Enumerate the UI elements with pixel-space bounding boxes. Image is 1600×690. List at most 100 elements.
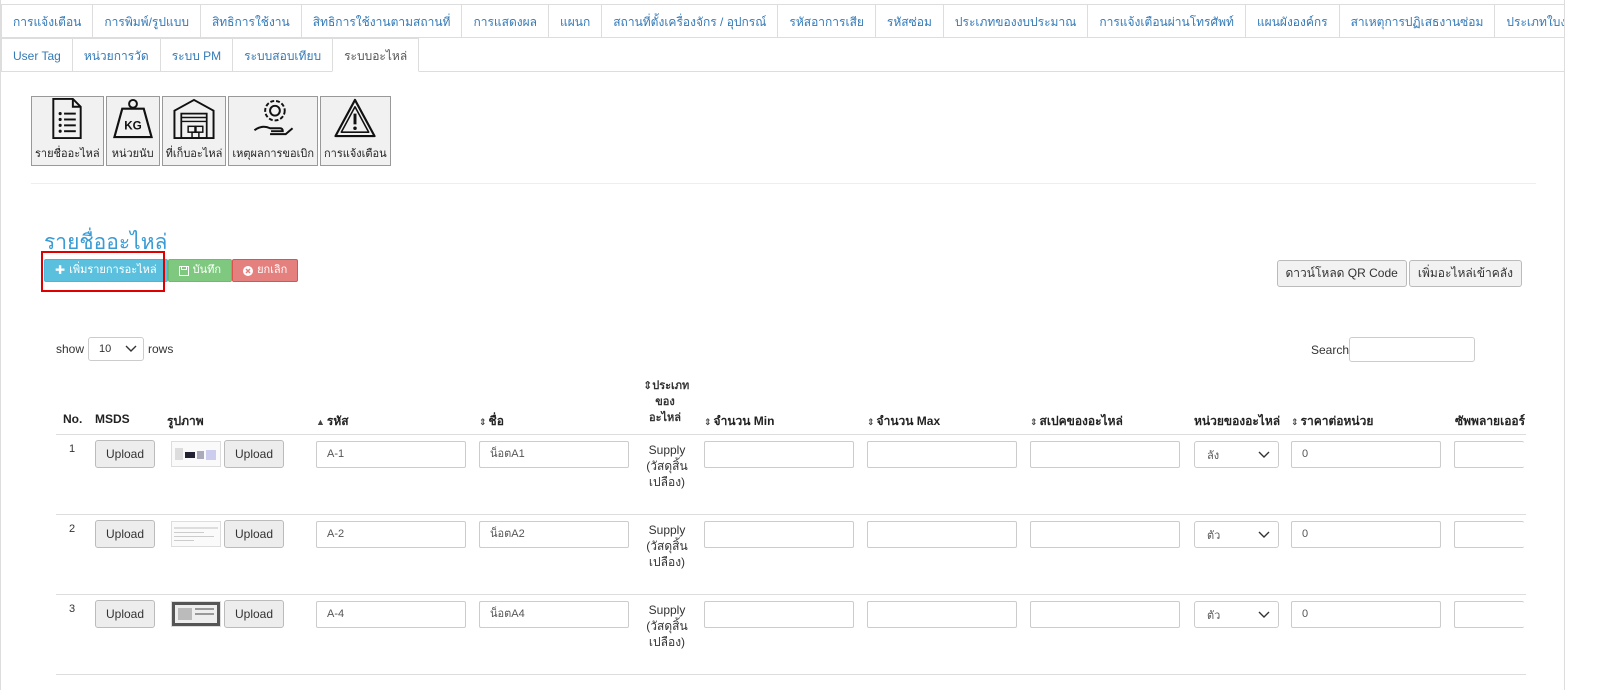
- rows-per-page-value: 10: [99, 343, 112, 355]
- tabs-row-2: User Tag หน่วยการวัด ระบบ PM ระบบสอบเทียบ ระ…: [1, 38, 420, 72]
- min-qty-input[interactable]: [704, 601, 854, 628]
- image-upload-button[interactable]: Upload: [224, 440, 285, 468]
- part-type-line: Supply: [648, 523, 686, 537]
- tab-tabs_row1-10[interactable]: การแจ้งเตือนผ่านโทรศัพท์: [1087, 4, 1246, 38]
- sort-icon: ⇕: [704, 417, 712, 427]
- supplier-input[interactable]: [1454, 441, 1524, 468]
- spec-input[interactable]: [1030, 441, 1180, 468]
- max-qty-input[interactable]: [867, 441, 1017, 468]
- msds-upload-button[interactable]: Upload: [95, 600, 156, 628]
- msds-upload-button[interactable]: Upload: [95, 520, 156, 548]
- col-header-price-label: ราคาต่อหน่วย: [1300, 414, 1374, 428]
- part-type-line: (วัสดุสิ้น: [646, 459, 688, 473]
- section-divider: [31, 183, 1536, 184]
- col-header-code-label: รหัส: [326, 414, 349, 428]
- menu-unit[interactable]: KG หน่วยนับ: [105, 96, 160, 166]
- image-upload-button[interactable]: Upload: [224, 520, 285, 548]
- supplier-input[interactable]: [1454, 521, 1524, 548]
- min-qty-input[interactable]: [704, 441, 854, 468]
- weight-kg-icon: KG: [112, 98, 153, 139]
- tab-tabs_row1-8[interactable]: รหัสซ่อม: [874, 4, 944, 38]
- part-code-input[interactable]: A-4: [316, 601, 466, 628]
- search-input[interactable]: [1349, 337, 1475, 362]
- max-qty-input[interactable]: [867, 521, 1017, 548]
- chevron-down-icon: [1258, 531, 1270, 538]
- part-type-text: Supply (วัสดุสิ้น เปลือง): [642, 602, 692, 650]
- image-upload-button[interactable]: Upload: [224, 600, 285, 628]
- tab-tabs_row1-12[interactable]: สาเหตุการปฏิเสธงานซ่อม: [1338, 4, 1496, 38]
- part-name-input[interactable]: น็อตA1: [479, 441, 629, 468]
- col-header-spec[interactable]: ⇕ สเปคของอะไหล่: [1030, 412, 1123, 431]
- menu-storage[interactable]: ที่เก็บอะไหล่: [161, 96, 227, 166]
- save-button[interactable]: บันทึก: [167, 259, 233, 282]
- spec-input[interactable]: [1030, 521, 1180, 548]
- col-header-name[interactable]: ⇕ ชื่อ: [479, 412, 504, 431]
- tab-tabs_row1-2[interactable]: สิทธิการใช้งาน: [199, 4, 302, 38]
- unit-select[interactable]: ตัว: [1194, 521, 1279, 548]
- unit-select[interactable]: ตัว: [1194, 601, 1279, 628]
- list-document-icon: [52, 97, 82, 140]
- part-code-input[interactable]: A-2: [316, 521, 466, 548]
- unit-price-input[interactable]: 0: [1291, 521, 1441, 548]
- tab-tabs_row1-3[interactable]: สิทธิการใช้งานตามสถานที่: [300, 4, 463, 38]
- tab-tabs_row1-13[interactable]: ประเภทใบงานซ่อม: [1494, 4, 1564, 38]
- col-header-max[interactable]: ⇕ จำนวน Max: [867, 412, 940, 431]
- col-header-min[interactable]: ⇕ จำนวน Min: [704, 412, 774, 431]
- tab-tabs_row1-0[interactable]: การแจ้งเตือน: [1, 4, 94, 38]
- col-header-price[interactable]: ⇕ ราคาต่อหน่วย: [1291, 412, 1373, 431]
- rows-per-page-select[interactable]: 10: [88, 337, 145, 361]
- tab-tabs_row1-1[interactable]: การพิมพ์/รูปแบบ: [92, 4, 201, 38]
- col-header-spec-label: สเปคของอะไหล่: [1039, 414, 1123, 428]
- part-image-thumbnail[interactable]: [171, 601, 221, 627]
- tab-tabs_row1-4[interactable]: การแสดงผล: [461, 4, 549, 38]
- tab-tabs_row2-0[interactable]: User Tag: [1, 38, 73, 72]
- tab-tabs_row1-7[interactable]: รหัสอาการเสีย: [777, 4, 876, 38]
- tab-tabs_row1-9[interactable]: ประเภทของงบประมาณ: [942, 4, 1089, 38]
- header-divider: [56, 434, 1526, 435]
- part-type-line: (วัสดุสิ้น: [646, 539, 688, 553]
- chevron-down-icon: [1258, 451, 1270, 458]
- col-header-max-label: จำนวน Max: [876, 414, 941, 428]
- tab-tabs_row2-3[interactable]: ระบบสอบเทียบ: [232, 38, 334, 72]
- sort-icon: ⇕: [479, 417, 487, 427]
- warning-triangle-icon: [334, 98, 376, 138]
- part-type-text: Supply (วัสดุสิ้น เปลือง): [642, 442, 692, 490]
- max-qty-input[interactable]: [867, 601, 1017, 628]
- spec-input[interactable]: [1030, 601, 1180, 628]
- menu-label: ที่เก็บอะไหล่: [165, 148, 223, 160]
- tab-tabs_row1-11[interactable]: แผนผังองค์กร: [1244, 4, 1340, 38]
- tab-tabs_row1-5[interactable]: แผนก: [548, 4, 603, 38]
- download-qr-button[interactable]: ดาวน์โหลด QR Code: [1276, 260, 1407, 287]
- unit-price-input[interactable]: 0: [1291, 601, 1441, 628]
- unit-price-input[interactable]: 0: [1291, 441, 1441, 468]
- part-name-input[interactable]: น็อตA4: [479, 601, 629, 628]
- rows-label: rows: [148, 342, 174, 356]
- tab-tabs_row1-6[interactable]: สถานที่ตั้งเครื่องจักร / อุปกรณ์: [601, 4, 779, 38]
- cancel-button[interactable]: ยกเลิก: [232, 259, 299, 282]
- min-qty-input[interactable]: [704, 521, 854, 548]
- unit-value: ตัว: [1207, 609, 1221, 622]
- col-header-code[interactable]: ▲ รหัส: [316, 412, 349, 431]
- part-type-line: เปลือง): [648, 555, 686, 569]
- add-to-stock-button[interactable]: เพิ่มอะไหล่เข้าคลัง: [1408, 260, 1522, 287]
- part-code-input[interactable]: A-1: [316, 441, 466, 468]
- col-header-type[interactable]: ⇕ประเภท ของ อะไหล่: [643, 378, 689, 426]
- part-image-thumbnail[interactable]: [171, 521, 221, 547]
- tab-tabs_row2-4[interactable]: ระบบอะไหล่: [332, 38, 420, 72]
- menu-label: เหตุผลการขอเบิก: [232, 148, 314, 160]
- col-header-image: รูปภาพ: [167, 414, 204, 428]
- tabs-row-1: การแจ้งเตือน การพิมพ์/รูปแบบ สิทธิการใช้งา…: [1, 4, 1564, 38]
- tab-tabs_row2-1[interactable]: หน่วยการวัด: [71, 38, 161, 72]
- part-name-input[interactable]: น็อตA2: [479, 521, 629, 548]
- part-image-thumbnail[interactable]: [171, 441, 221, 467]
- search-control: Search: [1311, 337, 1475, 362]
- menu-spare-part-list[interactable]: รายชื่ออะไหล่: [31, 96, 104, 166]
- row-number: 2: [69, 523, 76, 535]
- unit-select[interactable]: ลัง: [1194, 441, 1279, 468]
- supplier-input[interactable]: [1454, 601, 1524, 628]
- msds-upload-button[interactable]: Upload: [95, 440, 156, 468]
- menu-alert[interactable]: การแจ้งเตือน: [319, 96, 391, 166]
- menu-request-reason[interactable]: เหตุผลการขอเบิก: [228, 96, 318, 166]
- menu-label: การแจ้งเตือน: [323, 148, 387, 160]
- tab-tabs_row2-2[interactable]: ระบบ PM: [159, 38, 234, 72]
